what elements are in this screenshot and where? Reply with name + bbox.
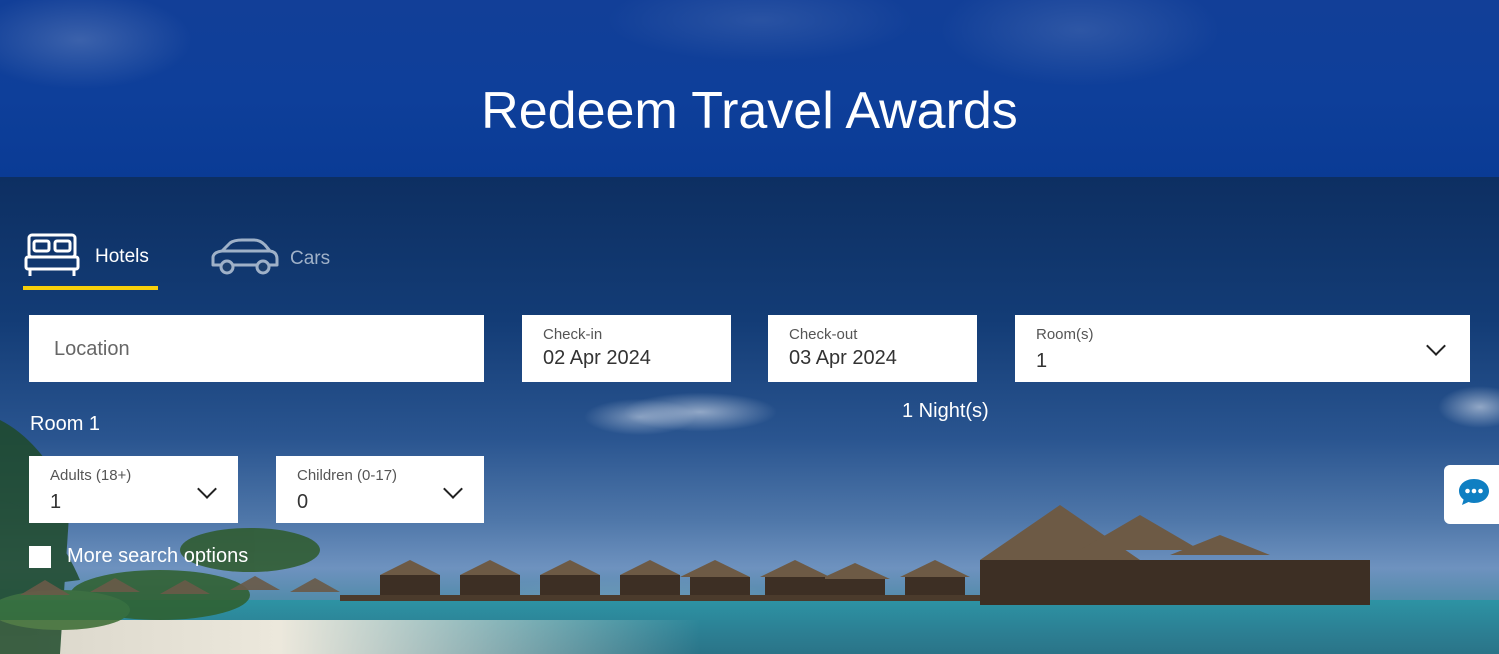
- children-value: 0: [297, 491, 309, 513]
- tab-hotels[interactable]: Hotels: [23, 228, 158, 290]
- tab-hotels-label: Hotels: [95, 246, 149, 267]
- background-overwater-bungalows: [340, 505, 1370, 605]
- adults-select[interactable]: Adults (18+) 1: [29, 456, 238, 523]
- room-heading: Room 1: [30, 413, 101, 435]
- chevron-down-icon: [197, 479, 217, 499]
- bed-icon: [23, 232, 81, 283]
- chevron-down-icon: [443, 479, 463, 499]
- children-select[interactable]: Children (0-17) 0: [276, 456, 484, 523]
- checkin-value: 02 Apr 2024: [543, 347, 651, 369]
- checkin-field[interactable]: Check-in 02 Apr 2024: [522, 315, 731, 382]
- children-label: Children (0-17): [297, 467, 398, 484]
- nights-count: 1 Night(s): [902, 400, 989, 422]
- page-title: Redeem Travel Awards: [481, 82, 1018, 140]
- checkout-label: Check-out: [789, 326, 858, 343]
- adults-label: Adults (18+): [50, 467, 132, 484]
- chevron-down-icon: [1426, 336, 1446, 356]
- car-icon: [210, 237, 280, 282]
- rooms-select[interactable]: Room(s) 1: [1015, 315, 1470, 382]
- more-options-checkbox[interactable]: [29, 545, 51, 568]
- location-input[interactable]: Location: [29, 315, 484, 382]
- more-search-options[interactable]: More search options: [29, 545, 248, 568]
- rooms-label: Room(s): [1036, 326, 1094, 343]
- chat-icon: [1457, 477, 1491, 512]
- tab-cars[interactable]: Cars: [210, 228, 340, 290]
- location-placeholder: Location: [54, 338, 130, 360]
- adults-value: 1: [50, 491, 62, 513]
- checkout-field[interactable]: Check-out 03 Apr 2024: [768, 315, 977, 382]
- checkout-value: 03 Apr 2024: [789, 347, 897, 369]
- rooms-value: 1: [1036, 350, 1048, 372]
- checkin-label: Check-in: [543, 326, 603, 343]
- more-options-label: More search options: [67, 545, 249, 567]
- chat-button[interactable]: [1444, 465, 1499, 524]
- tab-cars-label: Cars: [290, 248, 331, 269]
